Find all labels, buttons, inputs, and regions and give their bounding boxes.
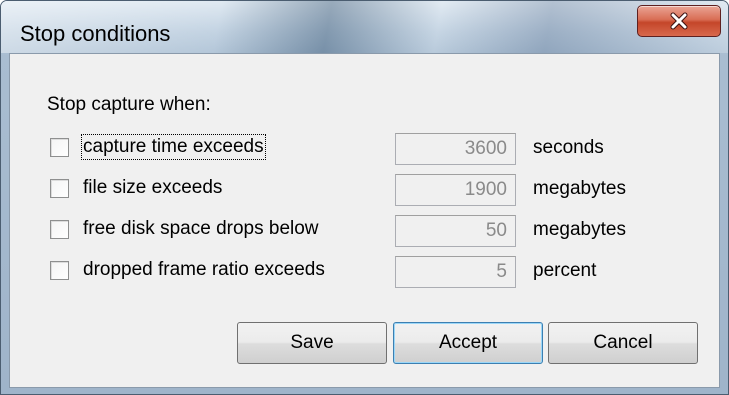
dropped-frame-ratio-label[interactable]: dropped frame ratio exceeds	[83, 259, 325, 281]
capture-time-input[interactable]: 3600	[395, 133, 516, 165]
condition-row-dropped-frame-ratio: dropped frame ratio exceeds 5 percent	[50, 256, 690, 288]
cancel-button[interactable]: Cancel	[548, 322, 698, 364]
window-title: Stop conditions	[20, 21, 171, 46]
capture-time-unit: seconds	[533, 137, 604, 158]
condition-row-free-disk-space: free disk space drops below 50 megabytes	[50, 215, 690, 247]
free-disk-space-checkbox[interactable]	[50, 220, 69, 239]
accept-button[interactable]: Accept	[393, 322, 543, 364]
dropped-frame-ratio-unit: percent	[533, 260, 597, 281]
condition-row-capture-time: capture time exceeds 3600 seconds	[50, 133, 690, 165]
file-size-label[interactable]: file size exceeds	[83, 177, 222, 199]
condition-row-file-size: file size exceeds 1900 megabytes	[50, 174, 690, 206]
dialog-client-area: Stop capture when: capture time exceeds …	[9, 53, 720, 388]
close-icon	[669, 12, 689, 30]
title-bar[interactable]: Stop conditions	[1, 1, 728, 53]
capture-time-label[interactable]: capture time exceeds	[81, 134, 266, 160]
dropped-frame-ratio-input[interactable]: 5	[395, 256, 516, 288]
free-disk-space-input[interactable]: 50	[395, 215, 516, 247]
free-disk-space-unit: megabytes	[533, 219, 626, 240]
file-size-checkbox[interactable]	[50, 179, 69, 198]
dialog-window: Stop conditions Stop capture when: captu…	[0, 0, 729, 395]
save-button[interactable]: Save	[237, 322, 387, 364]
capture-time-checkbox[interactable]	[50, 138, 69, 157]
free-disk-space-label[interactable]: free disk space drops below	[83, 218, 319, 240]
file-size-input[interactable]: 1900	[395, 174, 516, 206]
file-size-unit: megabytes	[533, 178, 626, 199]
stop-capture-label: Stop capture when:	[47, 94, 211, 115]
dropped-frame-ratio-checkbox[interactable]	[50, 261, 69, 280]
close-button[interactable]	[637, 5, 721, 37]
